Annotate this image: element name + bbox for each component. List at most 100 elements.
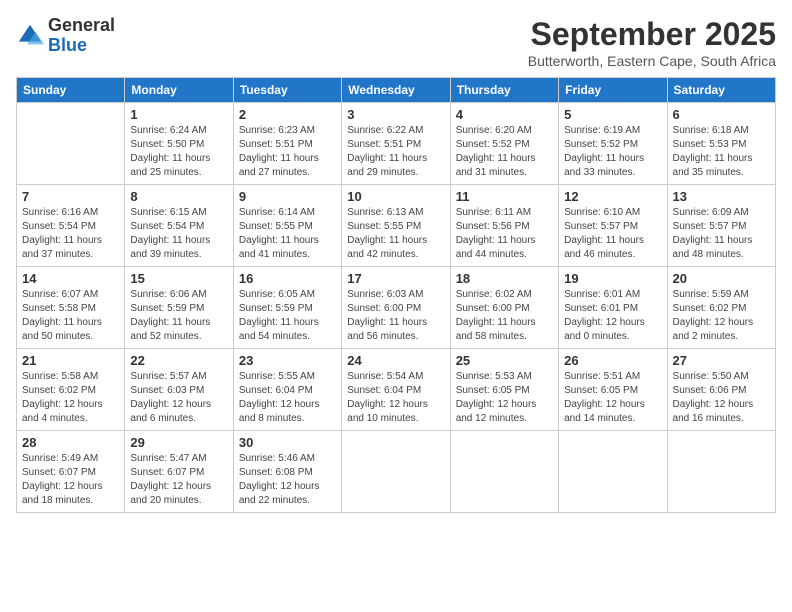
calendar-header-row: SundayMondayTuesdayWednesdayThursdayFrid…	[17, 78, 776, 103]
day-of-week-header: Monday	[125, 78, 233, 103]
calendar-cell: 11 Sunrise: 6:11 AMSunset: 5:56 PMDayligh…	[450, 185, 558, 267]
day-number: 17	[347, 271, 444, 286]
calendar-cell: 23 Sunrise: 5:55 AMSunset: 6:04 PMDayligh…	[233, 349, 341, 431]
day-number: 30	[239, 435, 336, 450]
day-info: Sunrise: 6:15 AMSunset: 5:54 PMDaylight:…	[130, 206, 227, 262]
logo: General Blue	[16, 16, 115, 56]
calendar-cell: 29 Sunrise: 5:47 AMSunset: 6:07 PMDayligh…	[125, 431, 233, 513]
day-number: 27	[673, 353, 770, 368]
day-info: Sunrise: 5:49 AMSunset: 6:07 PMDaylight:…	[22, 452, 119, 508]
day-number: 29	[130, 435, 227, 450]
calendar-cell: 5 Sunrise: 6:19 AMSunset: 5:52 PMDaylight…	[559, 103, 667, 185]
day-number: 9	[239, 189, 336, 204]
day-number: 22	[130, 353, 227, 368]
calendar-cell	[17, 103, 125, 185]
calendar-week-row: 21 Sunrise: 5:58 AMSunset: 6:02 PMDayligh…	[17, 349, 776, 431]
calendar-cell: 25Sunrise: 5:53 AMSunset: 6:05 PMDayligh…	[450, 349, 558, 431]
day-info: Sunrise: 5:59 AMSunset: 6:02 PMDaylight:…	[673, 288, 770, 344]
day-number: 11	[456, 189, 553, 204]
day-info: Sunrise: 6:07 AMSunset: 5:58 PMDaylight:…	[22, 288, 119, 344]
calendar-cell: 7 Sunrise: 6:16 AMSunset: 5:54 PMDaylight…	[17, 185, 125, 267]
day-info: Sunrise: 6:03 AMSunset: 6:00 PMDaylight:…	[347, 288, 444, 344]
day-number: 25	[456, 353, 553, 368]
calendar-cell: 9Sunrise: 6:14 AMSunset: 5:55 PMDaylight…	[233, 185, 341, 267]
day-number: 1	[130, 107, 227, 122]
day-info: Sunrise: 5:50 AMSunset: 6:06 PMDaylight:…	[673, 370, 770, 426]
day-number: 14	[22, 271, 119, 286]
calendar-cell: 8 Sunrise: 6:15 AMSunset: 5:54 PMDaylight…	[125, 185, 233, 267]
day-info: Sunrise: 6:02 AMSunset: 6:00 PMDaylight:…	[456, 288, 553, 344]
day-info: Sunrise: 6:24 AMSunset: 5:50 PMDaylight:…	[130, 124, 227, 180]
day-number: 5	[564, 107, 661, 122]
day-number: 12	[564, 189, 661, 204]
day-info: Sunrise: 6:06 AMSunset: 5:59 PMDaylight:…	[130, 288, 227, 344]
day-of-week-header: Sunday	[17, 78, 125, 103]
calendar-cell: 13Sunrise: 6:09 AMSunset: 5:57 PMDayligh…	[667, 185, 775, 267]
day-of-week-header: Thursday	[450, 78, 558, 103]
calendar-cell: 21 Sunrise: 5:58 AMSunset: 6:02 PMDayligh…	[17, 349, 125, 431]
day-info: Sunrise: 5:51 AMSunset: 6:05 PMDaylight:…	[564, 370, 661, 426]
day-number: 13	[673, 189, 770, 204]
calendar-cell: 4 Sunrise: 6:20 AMSunset: 5:52 PMDaylight…	[450, 103, 558, 185]
day-info: Sunrise: 6:23 AMSunset: 5:51 PMDaylight:…	[239, 124, 336, 180]
calendar-cell: 18 Sunrise: 6:02 AMSunset: 6:00 PMDayligh…	[450, 267, 558, 349]
day-number: 23	[239, 353, 336, 368]
day-number: 20	[673, 271, 770, 286]
calendar-cell: 27 Sunrise: 5:50 AMSunset: 6:06 PMDayligh…	[667, 349, 775, 431]
calendar-cell	[342, 431, 450, 513]
calendar-week-row: 1 Sunrise: 6:24 AMSunset: 5:50 PMDaylight…	[17, 103, 776, 185]
day-info: Sunrise: 6:19 AMSunset: 5:52 PMDaylight:…	[564, 124, 661, 180]
calendar-cell: 3Sunrise: 6:22 AMSunset: 5:51 PMDaylight…	[342, 103, 450, 185]
day-info: Sunrise: 5:55 AMSunset: 6:04 PMDaylight:…	[239, 370, 336, 426]
day-number: 28	[22, 435, 119, 450]
day-number: 19	[564, 271, 661, 286]
calendar-cell	[667, 431, 775, 513]
month-title: September 2025	[528, 16, 776, 53]
day-info: Sunrise: 6:16 AMSunset: 5:54 PMDaylight:…	[22, 206, 119, 262]
calendar-week-row: 14 Sunrise: 6:07 AMSunset: 5:58 PMDayligh…	[17, 267, 776, 349]
calendar-cell: 14 Sunrise: 6:07 AMSunset: 5:58 PMDayligh…	[17, 267, 125, 349]
day-of-week-header: Wednesday	[342, 78, 450, 103]
day-number: 4	[456, 107, 553, 122]
calendar-cell: 12 Sunrise: 6:10 AMSunset: 5:57 PMDayligh…	[559, 185, 667, 267]
calendar-cell: 15Sunrise: 6:06 AMSunset: 5:59 PMDayligh…	[125, 267, 233, 349]
calendar-cell	[450, 431, 558, 513]
page-header: General Blue September 2025 Butterworth,…	[16, 16, 776, 69]
day-info: Sunrise: 6:22 AMSunset: 5:51 PMDaylight:…	[347, 124, 444, 180]
day-info: Sunrise: 5:58 AMSunset: 6:02 PMDaylight:…	[22, 370, 119, 426]
day-info: Sunrise: 6:20 AMSunset: 5:52 PMDaylight:…	[456, 124, 553, 180]
calendar-cell: 6Sunrise: 6:18 AMSunset: 5:53 PMDaylight…	[667, 103, 775, 185]
day-number: 16	[239, 271, 336, 286]
day-number: 7	[22, 189, 119, 204]
day-info: Sunrise: 5:54 AMSunset: 6:04 PMDaylight:…	[347, 370, 444, 426]
calendar-cell: 28 Sunrise: 5:49 AMSunset: 6:07 PMDayligh…	[17, 431, 125, 513]
calendar-week-row: 7 Sunrise: 6:16 AMSunset: 5:54 PMDaylight…	[17, 185, 776, 267]
day-number: 18	[456, 271, 553, 286]
calendar-cell: 2 Sunrise: 6:23 AMSunset: 5:51 PMDaylight…	[233, 103, 341, 185]
logo-blue: Blue	[48, 36, 115, 56]
calendar-week-row: 28 Sunrise: 5:49 AMSunset: 6:07 PMDayligh…	[17, 431, 776, 513]
location-subtitle: Butterworth, Eastern Cape, South Africa	[528, 53, 776, 69]
day-number: 8	[130, 189, 227, 204]
day-number: 2	[239, 107, 336, 122]
day-number: 21	[22, 353, 119, 368]
day-info: Sunrise: 6:10 AMSunset: 5:57 PMDaylight:…	[564, 206, 661, 262]
day-info: Sunrise: 5:57 AMSunset: 6:03 PMDaylight:…	[130, 370, 227, 426]
calendar-cell: 19Sunrise: 6:01 AMSunset: 6:01 PMDayligh…	[559, 267, 667, 349]
calendar-cell	[559, 431, 667, 513]
calendar-cell: 17 Sunrise: 6:03 AMSunset: 6:00 PMDayligh…	[342, 267, 450, 349]
title-block: September 2025 Butterworth, Eastern Cape…	[528, 16, 776, 69]
calendar-table: SundayMondayTuesdayWednesdayThursdayFrid…	[16, 77, 776, 513]
calendar-cell: 30 Sunrise: 5:46 AMSunset: 6:08 PMDayligh…	[233, 431, 341, 513]
day-info: Sunrise: 6:18 AMSunset: 5:53 PMDaylight:…	[673, 124, 770, 180]
day-info: Sunrise: 6:11 AMSunset: 5:56 PMDaylight:…	[456, 206, 553, 262]
day-of-week-header: Saturday	[667, 78, 775, 103]
calendar-cell: 10Sunrise: 6:13 AMSunset: 5:55 PMDayligh…	[342, 185, 450, 267]
day-info: Sunrise: 5:47 AMSunset: 6:07 PMDaylight:…	[130, 452, 227, 508]
day-number: 26	[564, 353, 661, 368]
day-of-week-header: Tuesday	[233, 78, 341, 103]
day-number: 24	[347, 353, 444, 368]
day-info: Sunrise: 5:46 AMSunset: 6:08 PMDaylight:…	[239, 452, 336, 508]
day-of-week-header: Friday	[559, 78, 667, 103]
calendar-cell: 22 Sunrise: 5:57 AMSunset: 6:03 PMDayligh…	[125, 349, 233, 431]
